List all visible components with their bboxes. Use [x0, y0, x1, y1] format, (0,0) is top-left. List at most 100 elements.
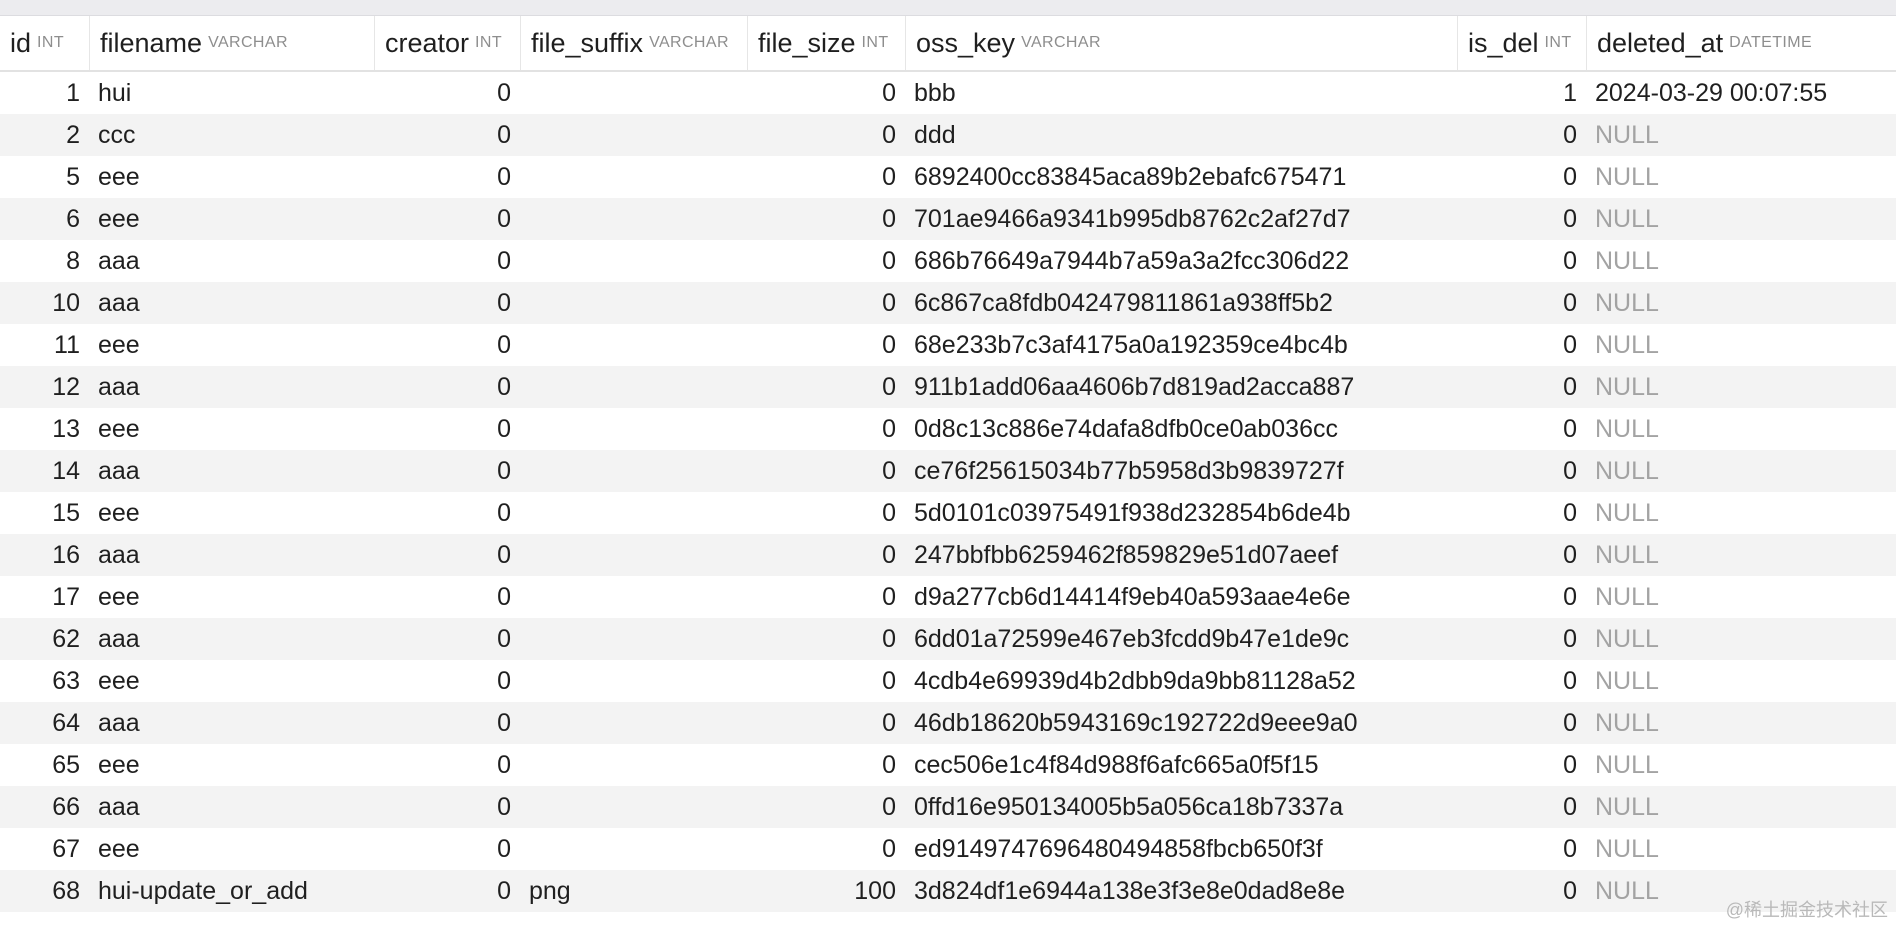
- cell-filename[interactable]: aaa: [89, 366, 374, 408]
- cell-id[interactable]: 2: [0, 114, 89, 156]
- cell-file-suffix[interactable]: png: [520, 870, 747, 912]
- cell-oss-key[interactable]: 46db18620b5943169c192722d9eee9a0: [905, 702, 1457, 744]
- cell-creator[interactable]: 0: [374, 744, 520, 786]
- cell-oss-key[interactable]: 5d0101c03975491f938d232854b6de4b: [905, 492, 1457, 534]
- column-header-is-del[interactable]: is_del INT: [1457, 16, 1586, 70]
- cell-filename[interactable]: aaa: [89, 450, 374, 492]
- cell-filename[interactable]: eee: [89, 408, 374, 450]
- cell-file-suffix[interactable]: [520, 744, 747, 786]
- cell-filename[interactable]: aaa: [89, 786, 374, 828]
- cell-is-del[interactable]: 0: [1457, 618, 1586, 660]
- cell-creator[interactable]: 0: [374, 492, 520, 534]
- cell-oss-key[interactable]: 0ffd16e950134005b5a056ca18b7337a: [905, 786, 1457, 828]
- cell-file-suffix[interactable]: [520, 156, 747, 198]
- column-header-filename[interactable]: filename VARCHAR: [89, 16, 374, 70]
- table-row[interactable]: 66 aaa 0 0 0ffd16e950134005b5a056ca18b7337a 0…: [0, 786, 1896, 828]
- cell-is-del[interactable]: 0: [1457, 702, 1586, 744]
- column-header-oss-key[interactable]: oss_key VARCHAR: [905, 16, 1457, 70]
- cell-creator[interactable]: 0: [374, 870, 520, 912]
- cell-creator[interactable]: 0: [374, 534, 520, 576]
- cell-creator[interactable]: 0: [374, 828, 520, 870]
- cell-file-size[interactable]: 0: [747, 156, 905, 198]
- cell-file-suffix[interactable]: [520, 366, 747, 408]
- cell-creator[interactable]: 0: [374, 324, 520, 366]
- cell-file-size[interactable]: 0: [747, 282, 905, 324]
- cell-file-suffix[interactable]: [520, 282, 747, 324]
- cell-id[interactable]: 66: [0, 786, 89, 828]
- cell-file-suffix[interactable]: [520, 240, 747, 282]
- cell-filename[interactable]: aaa: [89, 702, 374, 744]
- table-row[interactable]: 63 eee 0 0 4cdb4e69939d4b2dbb9da9bb81128a52 0…: [0, 660, 1896, 702]
- cell-oss-key[interactable]: 6dd01a72599e467eb3fcdd9b47e1de9c: [905, 618, 1457, 660]
- cell-oss-key[interactable]: 0d8c13c886e74dafa8dfb0ce0ab036cc: [905, 408, 1457, 450]
- table-row[interactable]: 11 eee 0 0 68e233b7c3af4175a0a192359ce4bc4b 0…: [0, 324, 1896, 366]
- table-row[interactable]: 17 eee 0 0 d9a277cb6d14414f9eb40a593aae4e6e 0…: [0, 576, 1896, 618]
- column-header-id[interactable]: id INT: [0, 16, 89, 70]
- cell-id[interactable]: 63: [0, 660, 89, 702]
- cell-deleted-at[interactable]: NULL: [1586, 744, 1896, 786]
- cell-id[interactable]: 68: [0, 870, 89, 912]
- cell-oss-key[interactable]: 6892400cc83845aca89b2ebafc675471: [905, 156, 1457, 198]
- cell-filename[interactable]: eee: [89, 660, 374, 702]
- cell-oss-key[interactable]: 68e233b7c3af4175a0a192359ce4bc4b: [905, 324, 1457, 366]
- cell-deleted-at[interactable]: NULL: [1586, 576, 1896, 618]
- cell-deleted-at[interactable]: NULL: [1586, 618, 1896, 660]
- cell-file-suffix[interactable]: [520, 324, 747, 366]
- cell-file-size[interactable]: 0: [747, 786, 905, 828]
- cell-id[interactable]: 5: [0, 156, 89, 198]
- cell-id[interactable]: 16: [0, 534, 89, 576]
- cell-file-size[interactable]: 0: [747, 408, 905, 450]
- column-header-deleted-at[interactable]: deleted_at DATETIME: [1586, 16, 1896, 70]
- cell-oss-key[interactable]: ddd: [905, 114, 1457, 156]
- cell-filename[interactable]: eee: [89, 156, 374, 198]
- cell-file-suffix[interactable]: [520, 72, 747, 114]
- cell-oss-key[interactable]: cec506e1c4f84d988f6afc665a0f5f15: [905, 744, 1457, 786]
- cell-creator[interactable]: 0: [374, 660, 520, 702]
- cell-creator[interactable]: 0: [374, 156, 520, 198]
- cell-deleted-at[interactable]: NULL: [1586, 324, 1896, 366]
- cell-is-del[interactable]: 0: [1457, 786, 1586, 828]
- cell-oss-key[interactable]: 3d824df1e6944a138e3f3e8e0dad8e8e: [905, 870, 1457, 912]
- cell-filename[interactable]: aaa: [89, 240, 374, 282]
- cell-filename[interactable]: eee: [89, 492, 374, 534]
- cell-filename[interactable]: eee: [89, 198, 374, 240]
- cell-file-size[interactable]: 0: [747, 72, 905, 114]
- cell-oss-key[interactable]: 4cdb4e69939d4b2dbb9da9bb81128a52: [905, 660, 1457, 702]
- cell-file-suffix[interactable]: [520, 702, 747, 744]
- cell-file-suffix[interactable]: [520, 408, 747, 450]
- cell-deleted-at[interactable]: NULL: [1586, 198, 1896, 240]
- table-row[interactable]: 14 aaa 0 0 ce76f25615034b77b5958d3b9839727f 0…: [0, 450, 1896, 492]
- cell-is-del[interactable]: 0: [1457, 534, 1586, 576]
- cell-file-suffix[interactable]: [520, 786, 747, 828]
- cell-oss-key[interactable]: 686b76649a7944b7a59a3a2fcc306d22: [905, 240, 1457, 282]
- cell-creator[interactable]: 0: [374, 576, 520, 618]
- cell-deleted-at[interactable]: NULL: [1586, 408, 1896, 450]
- cell-file-size[interactable]: 0: [747, 576, 905, 618]
- column-header-file-size[interactable]: file_size INT: [747, 16, 905, 70]
- cell-deleted-at[interactable]: NULL: [1586, 366, 1896, 408]
- cell-file-size[interactable]: 0: [747, 660, 905, 702]
- cell-id[interactable]: 64: [0, 702, 89, 744]
- cell-file-suffix[interactable]: [520, 114, 747, 156]
- cell-filename[interactable]: aaa: [89, 534, 374, 576]
- cell-filename[interactable]: hui: [89, 72, 374, 114]
- cell-creator[interactable]: 0: [374, 366, 520, 408]
- cell-is-del[interactable]: 0: [1457, 114, 1586, 156]
- cell-file-suffix[interactable]: [520, 450, 747, 492]
- cell-file-size[interactable]: 0: [747, 240, 905, 282]
- cell-oss-key[interactable]: 247bbfbb6259462f859829e51d07aeef: [905, 534, 1457, 576]
- cell-id[interactable]: 65: [0, 744, 89, 786]
- cell-oss-key[interactable]: bbb: [905, 72, 1457, 114]
- cell-creator[interactable]: 0: [374, 240, 520, 282]
- cell-file-size[interactable]: 0: [747, 198, 905, 240]
- cell-creator[interactable]: 0: [374, 408, 520, 450]
- cell-filename[interactable]: aaa: [89, 282, 374, 324]
- cell-file-suffix[interactable]: [520, 534, 747, 576]
- cell-file-size[interactable]: 0: [747, 534, 905, 576]
- cell-is-del[interactable]: 0: [1457, 450, 1586, 492]
- cell-filename[interactable]: aaa: [89, 618, 374, 660]
- cell-file-size[interactable]: 0: [747, 492, 905, 534]
- table-row[interactable]: 8 aaa 0 0 686b76649a7944b7a59a3a2fcc306d22 0 N…: [0, 240, 1896, 282]
- table-row[interactable]: 12 aaa 0 0 911b1add06aa4606b7d819ad2acca887 0…: [0, 366, 1896, 408]
- cell-deleted-at[interactable]: NULL: [1586, 450, 1896, 492]
